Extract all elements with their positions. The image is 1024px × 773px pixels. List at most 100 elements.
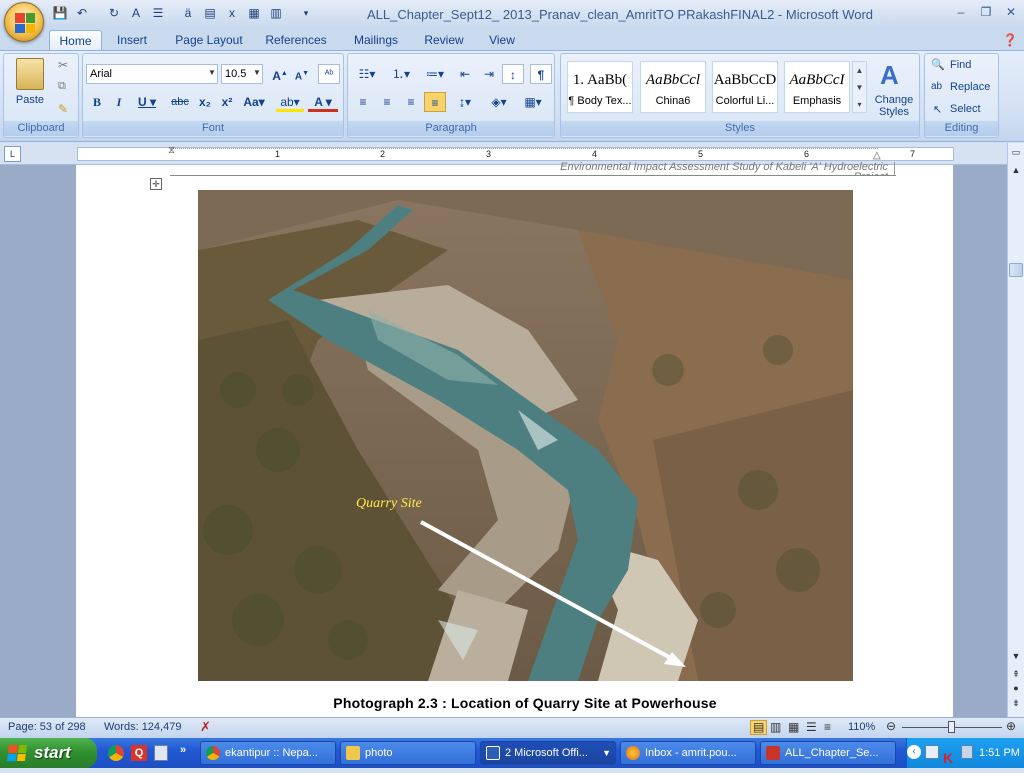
- show-formatting-icon[interactable]: ¶: [530, 64, 552, 84]
- proofing-icon[interactable]: ✗: [200, 719, 211, 735]
- highlight-icon[interactable]: ab▾: [276, 92, 304, 112]
- list-icon[interactable]: ☰: [150, 5, 166, 21]
- office-button[interactable]: [4, 2, 44, 42]
- shading-icon[interactable]: ◈▾: [484, 92, 514, 112]
- restore-button[interactable]: ❐: [975, 4, 997, 21]
- tab-home[interactable]: Home: [49, 30, 102, 51]
- tray-expand-icon[interactable]: ‹: [907, 745, 921, 759]
- comment-icon[interactable]: ▥: [268, 5, 284, 21]
- table-move-handle-icon[interactable]: ✛: [150, 178, 162, 190]
- scroll-up-icon[interactable]: ▲: [1009, 165, 1023, 179]
- taskbar-item-firefox[interactable]: Inbox - amrit.pou...: [620, 741, 756, 765]
- borders-icon[interactable]: ▦▾: [518, 92, 548, 112]
- change-case-button[interactable]: Aa▾: [240, 92, 268, 112]
- align-right-icon[interactable]: ≡: [400, 92, 422, 112]
- style-body-text[interactable]: 1. AaBb( ¶ Body Tex...: [567, 61, 633, 113]
- taskbar-item-chrome[interactable]: ekantipur :: Nepa...: [200, 741, 336, 765]
- change-styles-button[interactable]: Change Styles: [870, 94, 918, 118]
- tab-page-layout[interactable]: Page Layout: [168, 30, 250, 51]
- styles-scroll-icon[interactable]: ▲ ▼ ▾: [852, 61, 867, 113]
- web-layout-icon[interactable]: ▦: [788, 720, 799, 734]
- paste-icon[interactable]: [16, 58, 44, 90]
- decrease-indent-icon[interactable]: ⇤: [454, 64, 476, 84]
- right-indent-marker-icon[interactable]: △: [873, 150, 881, 161]
- style-china6[interactable]: AaBbCcl China6: [640, 61, 706, 113]
- clear-formatting-icon[interactable]: ᴬᵇ: [318, 64, 340, 84]
- scroll-thumb[interactable]: [1009, 263, 1023, 277]
- previous-page-icon[interactable]: ⇞: [1009, 669, 1023, 683]
- strikethrough-button[interactable]: abc: [168, 92, 192, 112]
- tab-selector-icon[interactable]: L: [4, 146, 21, 162]
- tab-mailings[interactable]: Mailings: [346, 30, 406, 51]
- track-icon[interactable]: ▦: [246, 5, 262, 21]
- paste-label[interactable]: Paste: [10, 94, 50, 106]
- outline-view-icon[interactable]: ☰: [806, 720, 817, 734]
- taskbar-item-pdf[interactable]: ALL_Chapter_Se...: [760, 741, 896, 765]
- chrome-quicklaunch-icon[interactable]: [108, 745, 124, 761]
- draft-view-icon[interactable]: ≡: [824, 720, 831, 734]
- help-icon[interactable]: ❓: [1002, 32, 1018, 48]
- shrink-font-icon[interactable]: A▼: [292, 64, 312, 84]
- quicklaunch-q-icon[interactable]: Q: [131, 745, 147, 761]
- copy-icon[interactable]: ⧉: [58, 80, 66, 93]
- zoom-level[interactable]: 110%: [848, 721, 875, 733]
- calculator-quicklaunch-icon[interactable]: [154, 745, 168, 761]
- justify-icon[interactable]: ≡: [424, 92, 446, 112]
- font-family-dropdown-icon[interactable]: ▼: [208, 68, 216, 77]
- select-button[interactable]: Select: [950, 103, 981, 115]
- format-icon[interactable]: ▤: [202, 5, 218, 21]
- clock[interactable]: 1:51 PM: [979, 738, 1020, 768]
- font-size-dropdown-icon[interactable]: ▼: [253, 68, 261, 77]
- quicklaunch-more-icon[interactable]: »: [180, 744, 186, 756]
- river-photo[interactable]: [198, 190, 853, 681]
- subscript-button[interactable]: x₂: [196, 92, 214, 112]
- align-left-icon[interactable]: ≡: [352, 92, 374, 112]
- bullets-icon[interactable]: ☷▾: [352, 64, 382, 84]
- tab-insert[interactable]: Insert: [108, 30, 156, 51]
- font-family-select[interactable]: Arial: [86, 64, 218, 84]
- clear-format-icon[interactable]: x: [224, 5, 240, 21]
- taskbar-item-word[interactable]: 2 Microsoft Offi... ▼: [480, 741, 616, 765]
- bold-button[interactable]: B: [88, 92, 106, 112]
- next-page-icon[interactable]: ⇟: [1009, 698, 1023, 712]
- taskbar-item-photo-folder[interactable]: photo: [340, 741, 476, 765]
- font-style-icon[interactable]: A: [128, 5, 144, 21]
- tab-references[interactable]: References: [260, 30, 332, 51]
- vertical-scrollbar[interactable]: ▭ ▲ ▼ ⇞ ● ⇟: [1007, 143, 1024, 717]
- zoom-out-icon[interactable]: ⊖: [886, 719, 896, 733]
- grow-font-icon[interactable]: A▲: [270, 64, 290, 84]
- horizontal-ruler[interactable]: 1 2 3 4 5 6 7 ⧖ △: [77, 145, 954, 161]
- volume-icon[interactable]: [961, 745, 973, 759]
- full-screen-reading-icon[interactable]: ▥: [770, 720, 781, 734]
- find-button[interactable]: Find: [950, 59, 971, 71]
- increase-indent-icon[interactable]: ⇥: [478, 64, 500, 84]
- multilevel-list-icon[interactable]: ≔▾: [420, 64, 450, 84]
- save-icon[interactable]: 💾: [52, 5, 68, 21]
- sort-icon[interactable]: ↕: [502, 64, 524, 84]
- font-color-icon[interactable]: A ▾: [308, 92, 338, 112]
- network-icon[interactable]: [925, 745, 939, 759]
- style-emphasis[interactable]: AaBbCcI Emphasis: [784, 61, 850, 113]
- replace-button[interactable]: Replace: [950, 81, 990, 93]
- indent-marker-icon[interactable]: ⧖: [168, 145, 175, 156]
- format-painter-icon[interactable]: ✎: [58, 102, 68, 116]
- align-center-icon[interactable]: ≡: [376, 92, 398, 112]
- minimize-button[interactable]: –: [950, 4, 972, 21]
- underline-button[interactable]: U ▾: [134, 92, 160, 112]
- spelling-icon[interactable]: ä: [180, 5, 196, 21]
- cut-icon[interactable]: ✂: [58, 58, 68, 72]
- scroll-down-icon[interactable]: ▼: [1009, 651, 1023, 665]
- antivirus-icon[interactable]: K: [943, 743, 953, 773]
- browse-object-icon[interactable]: ●: [1009, 683, 1023, 697]
- close-button[interactable]: ✕: [1000, 4, 1022, 21]
- line-spacing-icon[interactable]: ↨▾: [450, 92, 480, 112]
- superscript-button[interactable]: x²: [218, 92, 236, 112]
- view-ruler-icon[interactable]: ▭: [1009, 147, 1023, 161]
- page-count[interactable]: Page: 53 of 298: [8, 721, 86, 733]
- word-count[interactable]: Words: 124,479: [104, 721, 181, 733]
- style-colorful-list[interactable]: AaBbCcD Colorful Li...: [712, 61, 778, 113]
- redo-icon[interactable]: ↻: [106, 5, 122, 21]
- print-layout-view-icon[interactable]: ▤: [750, 720, 768, 735]
- numbering-icon[interactable]: ⒈▾: [386, 64, 416, 84]
- change-styles-icon[interactable]: A: [880, 60, 899, 91]
